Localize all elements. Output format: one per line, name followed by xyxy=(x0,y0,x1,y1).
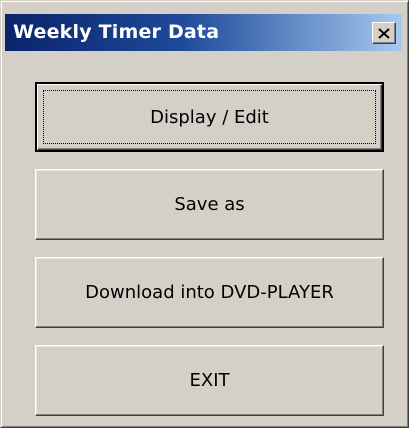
weekly-timer-dialog: Weekly Timer Data Display / Edit Save as… xyxy=(0,0,409,428)
download-label: Download into DVD-PLAYER xyxy=(85,282,334,303)
title-bar[interactable]: Weekly Timer Data xyxy=(5,14,402,51)
window-title: Weekly Timer Data xyxy=(13,21,220,43)
save-as-label: Save as xyxy=(174,194,245,215)
display-edit-button[interactable]: Display / Edit xyxy=(35,82,384,152)
download-button[interactable]: Download into DVD-PLAYER xyxy=(35,257,384,328)
exit-button[interactable]: EXIT xyxy=(35,345,384,416)
exit-label: EXIT xyxy=(189,370,230,391)
close-button[interactable] xyxy=(372,22,396,44)
save-as-button[interactable]: Save as xyxy=(35,169,384,240)
close-icon xyxy=(378,27,390,39)
display-edit-label: Display / Edit xyxy=(150,106,269,128)
